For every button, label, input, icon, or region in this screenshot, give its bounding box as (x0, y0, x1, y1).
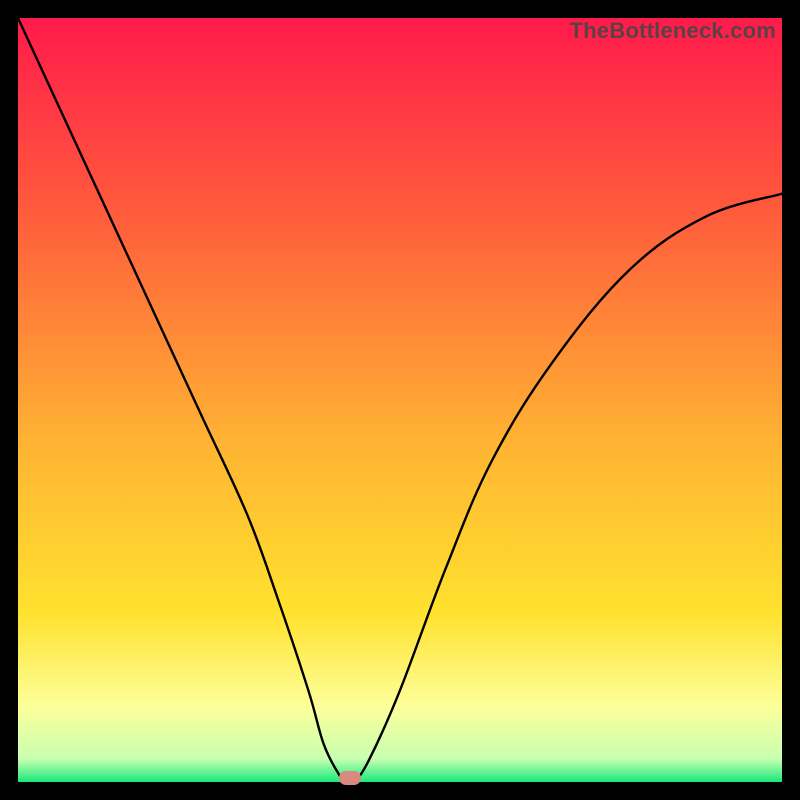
bottleneck-curve (18, 18, 782, 784)
chart-frame: TheBottleneck.com (0, 0, 800, 800)
optimum-marker (339, 771, 361, 785)
curve-svg (18, 18, 782, 782)
plot-area: TheBottleneck.com (18, 18, 782, 782)
